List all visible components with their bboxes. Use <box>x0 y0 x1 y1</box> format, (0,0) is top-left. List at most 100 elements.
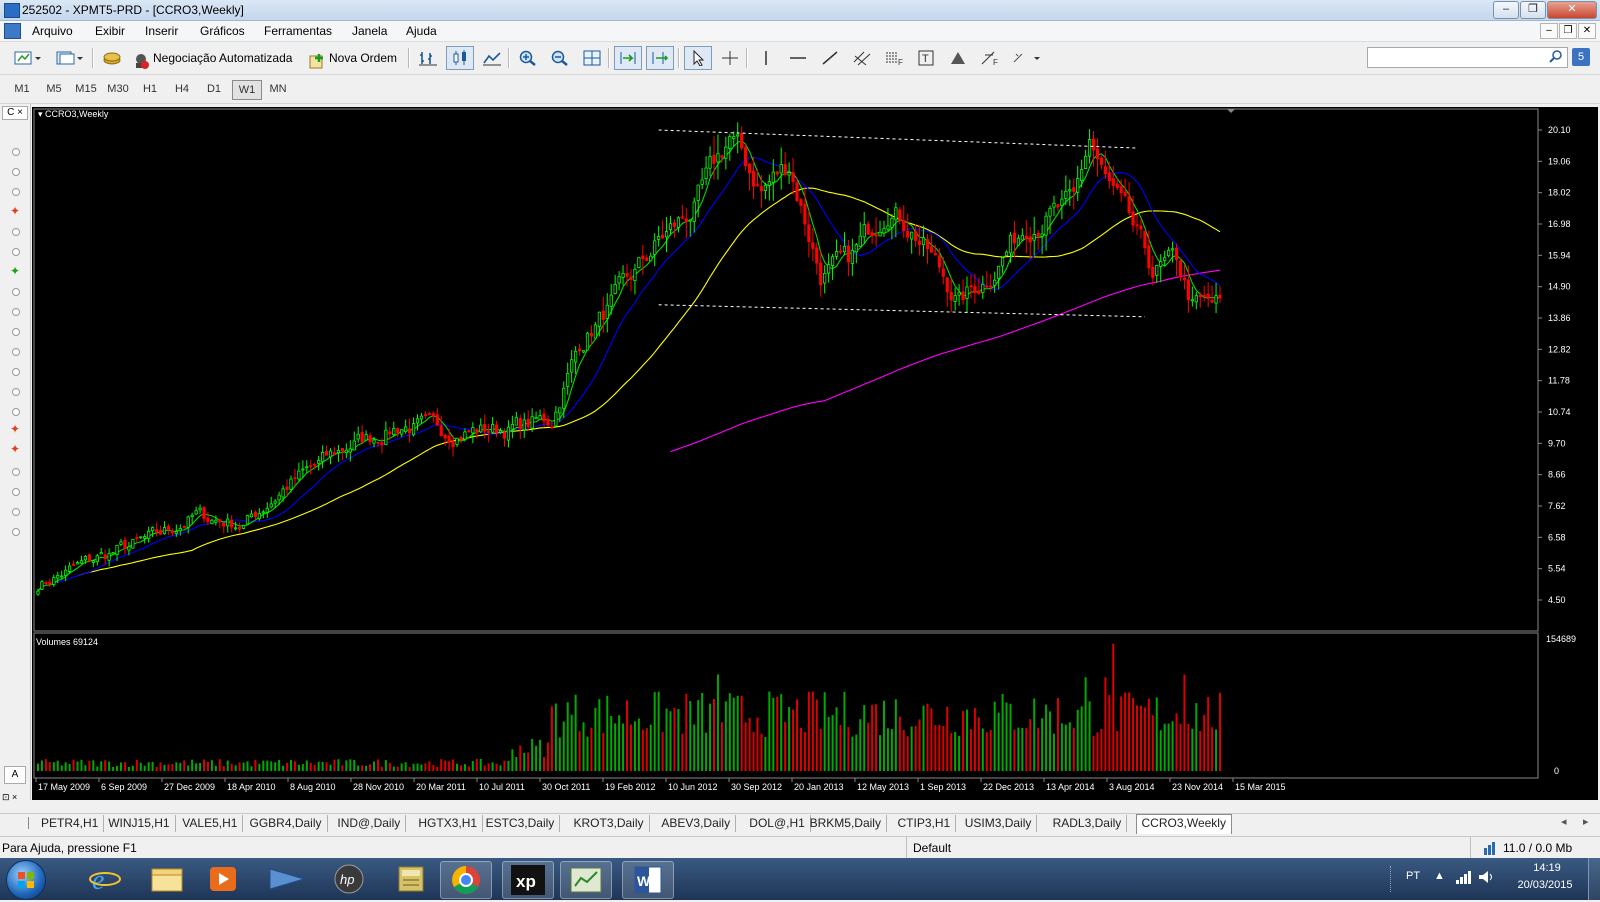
navigator-tab-icon[interactable]: A <box>4 766 26 784</box>
menu-graficos[interactable]: Gráficos <box>200 24 245 38</box>
timeframe-mn[interactable]: MN <box>264 80 292 98</box>
network-signal-icon[interactable] <box>1456 870 1472 887</box>
sell-signal-icon: ✦ <box>10 204 21 218</box>
profiles-button[interactable] <box>50 46 88 70</box>
mdi-restore-button[interactable]: ❐ <box>1559 23 1577 39</box>
tabs-scroll-left-icon[interactable]: ◂ <box>1561 815 1567 828</box>
menu-janela[interactable]: Janela <box>352 24 387 38</box>
signals-icon[interactable]: 5 <box>1572 48 1590 66</box>
chart-window-icon[interactable] <box>4 23 21 39</box>
chart-tab[interactable]: ABEV3,Daily <box>656 815 737 832</box>
y-tick-label: 10.74 <box>1548 407 1571 417</box>
price-chart[interactable]: ▾ CCRO3,Weekly Volumes 69124 20.10 19.06 1… <box>32 107 1598 800</box>
file-explorer-icon[interactable] <box>142 861 192 897</box>
language-indicator[interactable]: PT <box>1406 870 1420 882</box>
chart-tab[interactable]: GGBR4,Daily <box>245 815 328 832</box>
chart-tab[interactable]: RADL3,Daily <box>1048 815 1128 832</box>
timeframe-m1[interactable]: M1 <box>8 80 36 98</box>
chart-tab[interactable]: PETR4,H1 <box>36 815 105 832</box>
chart-tab[interactable]: CCRO3,Weekly <box>1135 814 1232 834</box>
restore-button[interactable]: ❐ <box>1520 1 1546 19</box>
chart-tab[interactable]: CTIP3,H1 <box>893 815 957 832</box>
metatrader-icon[interactable] <box>560 861 612 899</box>
timeframe-m15[interactable]: M15 <box>72 80 100 98</box>
chart-tab[interactable]: HGTX3,H1 <box>413 815 484 832</box>
search-input[interactable] <box>1367 47 1568 68</box>
bar-chart-icon[interactable] <box>414 46 442 70</box>
media-player-icon[interactable] <box>198 861 248 897</box>
fibonacci-icon[interactable]: F <box>880 46 908 70</box>
menu-ferramentas[interactable]: Ferramentas <box>264 24 332 38</box>
chart-tab[interactable]: WINJ15,H1 <box>103 815 176 832</box>
candle-body <box>182 525 186 528</box>
new-chart-button[interactable] <box>8 46 46 70</box>
chart-tab[interactable]: USIM3,Daily <box>960 815 1038 832</box>
search-icon[interactable] <box>1549 50 1563 67</box>
internet-explorer-icon[interactable]: e <box>80 861 130 897</box>
xp-trader-icon[interactable]: xp <box>502 861 554 899</box>
chart-tab[interactable]: DOL@,H1 <box>744 815 811 832</box>
cursor-icon[interactable] <box>684 46 712 70</box>
tabs-scroll-right-icon[interactable]: ▸ <box>1583 815 1589 828</box>
candle-body <box>1052 202 1056 208</box>
windows-start-icon[interactable] <box>6 860 46 900</box>
clock-time[interactable]: 14:19 <box>1522 862 1572 874</box>
mdi-close-button[interactable]: ✕ <box>1578 23 1596 39</box>
zoom-in-icon[interactable] <box>514 46 542 70</box>
candlestick-icon[interactable] <box>446 46 474 70</box>
menu-arquivo[interactable]: Arquivo <box>32 24 73 38</box>
timeframe-h1[interactable]: H1 <box>136 80 164 98</box>
x-tick-label: 8 Aug 2010 <box>290 782 336 792</box>
toolbox-toggle-icon[interactable]: ⊡ × <box>2 792 26 802</box>
candle-body <box>514 417 518 426</box>
candle-body <box>206 517 210 523</box>
show-desktop-button[interactable] <box>1588 858 1600 900</box>
chart-tab[interactable]: ESTC3,Daily <box>481 815 561 832</box>
tile-windows-icon[interactable] <box>578 46 606 70</box>
menu-ajuda[interactable]: Ajuda <box>406 24 437 38</box>
auto-trading-button[interactable]: Negociação Automatizada <box>130 46 298 70</box>
timeframe-m5[interactable]: M5 <box>40 80 68 98</box>
chart-shift-icon[interactable] <box>646 46 674 70</box>
volume-icon[interactable] <box>1478 870 1494 887</box>
chart-tab[interactable]: IND@,Daily <box>332 815 407 832</box>
candle-body <box>700 179 704 185</box>
trendline-icon[interactable] <box>816 46 844 70</box>
text-tool-icon[interactable]: T <box>912 46 940 70</box>
calculator-icon[interactable] <box>386 861 436 897</box>
hp-icon[interactable]: hp <box>324 861 374 897</box>
line-chart-icon[interactable] <box>478 46 506 70</box>
clock-date[interactable]: 20/03/2015 <box>1510 879 1580 891</box>
navigator-close-icon[interactable]: C × <box>2 106 28 120</box>
shapes-icon[interactable]: F <box>976 46 1004 70</box>
chart-tab[interactable]: VALE5,H1 <box>177 815 244 832</box>
crosshair-icon[interactable] <box>716 46 744 70</box>
word-icon[interactable]: W <box>622 861 674 899</box>
market-watch-icon[interactable] <box>98 46 126 70</box>
mdi-minimize-button[interactable]: – <box>1540 23 1558 39</box>
timeframe-d1[interactable]: D1 <box>200 80 228 98</box>
outlook-icon[interactable] <box>262 861 312 897</box>
minimize-button[interactable]: – <box>1493 1 1519 19</box>
show-hidden-icons-icon[interactable]: ▲ <box>1434 870 1445 882</box>
menu-inserir[interactable]: Inserir <box>145 24 178 38</box>
vertical-line-icon[interactable] <box>752 46 780 70</box>
menu-exibir[interactable]: Exibir <box>95 24 125 38</box>
timeframe-m30[interactable]: M30 <box>104 80 132 98</box>
auto-scroll-icon[interactable] <box>614 46 642 70</box>
drawing-tools-dropdown[interactable] <box>1008 46 1046 70</box>
chart-tab[interactable]: BRKM5,Daily <box>805 815 887 832</box>
chart-tab[interactable]: KROT3,Daily <box>569 815 650 832</box>
horizontal-line-icon[interactable] <box>784 46 812 70</box>
candle-body <box>166 525 171 531</box>
new-order-button[interactable]: Nova Ordem <box>306 46 404 70</box>
chart-window[interactable]: ▾ CCRO3,Weekly Volumes 69124 20.10 19.06 1… <box>32 107 1598 800</box>
timeframe-w1[interactable]: W1 <box>232 80 262 100</box>
arrows-icon[interactable] <box>944 46 972 70</box>
close-button[interactable]: ✕ <box>1547 1 1597 19</box>
zoom-out-icon[interactable] <box>546 46 574 70</box>
candle-body <box>404 426 408 433</box>
timeframe-h4[interactable]: H4 <box>168 80 196 98</box>
channels-icon[interactable] <box>848 46 876 70</box>
chrome-icon[interactable] <box>440 861 492 899</box>
